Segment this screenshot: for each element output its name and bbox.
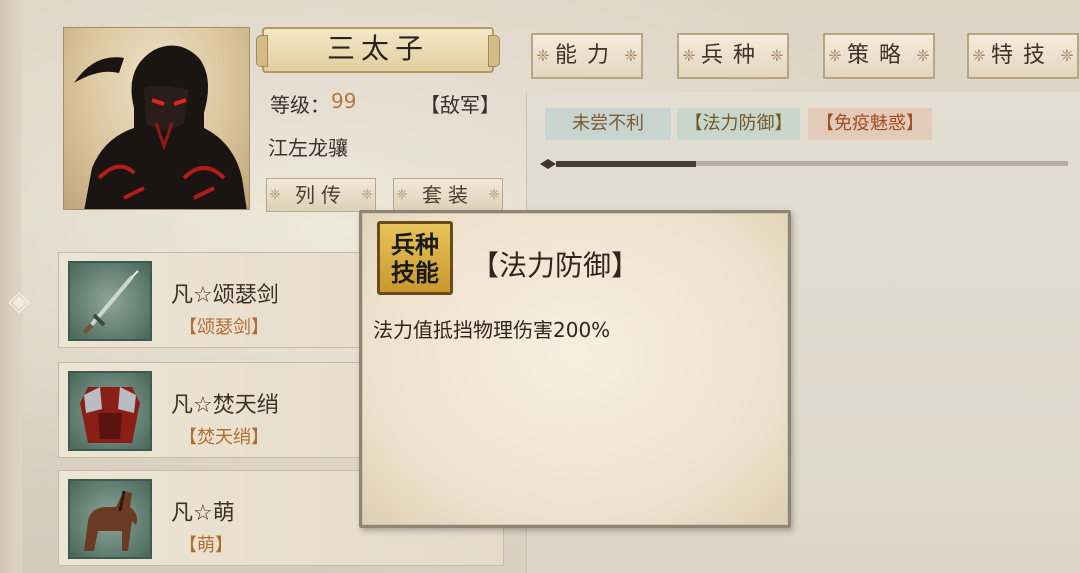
equipment-tag: 【焚天绡】 <box>179 427 269 448</box>
armor-icon <box>68 371 152 451</box>
biography-button[interactable]: ❈ 列传 ❈ <box>266 178 376 212</box>
tab-label: 特技 <box>990 43 1055 68</box>
level-value: 99 <box>331 89 357 113</box>
name-plate-cap-left <box>256 35 268 67</box>
equipment-set-button[interactable]: ❈ 套装 ❈ <box>393 178 503 212</box>
ornament-icon: ❈ <box>916 46 930 65</box>
badge-line-2: 技能 <box>391 259 439 287</box>
ornament-icon: ❈ <box>828 46 842 65</box>
troop-skill-badge-icon: 兵种 技能 <box>377 221 453 295</box>
equipment-name: 凡☆焚天绡 <box>171 393 279 418</box>
level-label: 等级： <box>270 93 330 117</box>
character-portrait <box>63 27 250 210</box>
character-name: 三太子 <box>326 32 429 65</box>
tooltip-title: 【法力防御】 <box>471 249 640 282</box>
ornament-icon: ❈ <box>488 187 500 203</box>
character-title: 江左龙骧 <box>268 136 348 160</box>
horse-icon <box>68 479 152 559</box>
tab-label: 策略 <box>846 43 911 68</box>
troop-skill-chip[interactable]: 【法力防御】 <box>677 108 800 140</box>
tab-strategy[interactable]: ❈ 策略 ❈ <box>823 33 935 79</box>
faction-label: 【敌军】 <box>420 93 500 117</box>
ornament-icon: ❈ <box>396 187 408 203</box>
badge-line-1: 兵种 <box>391 231 439 259</box>
back-arrow-icon[interactable]: ◈ <box>2 284 36 318</box>
ornament-icon: ❈ <box>624 46 638 65</box>
tab-label: 兵种 <box>700 43 765 68</box>
troop-skill-chip[interactable]: 未尝不利 <box>545 108 671 140</box>
tab-ability[interactable]: ❈ 能力 ❈ <box>531 33 643 79</box>
ornament-icon: ❈ <box>361 187 373 203</box>
ornament-icon: ❈ <box>682 46 696 65</box>
character-name-plate: 三太子 <box>256 27 500 73</box>
equipment-name: 凡☆萌 <box>171 501 235 526</box>
tab-special-skill[interactable]: ❈ 特技 ❈ <box>967 33 1079 79</box>
sword-icon <box>68 261 152 341</box>
name-plate-cap-right <box>488 35 500 67</box>
equipment-set-button-label: 套装 <box>422 183 474 207</box>
tab-label: 能力 <box>554 43 619 68</box>
tab-troop-type[interactable]: ❈ 兵种 ❈ <box>677 33 789 79</box>
tooltip-description: 法力值抵挡物理伤害200% <box>373 318 611 342</box>
ornament-icon: ❈ <box>972 46 986 65</box>
equipment-tag: 【颂瑟剑】 <box>179 317 269 338</box>
section-divider <box>540 159 1068 169</box>
ornament-icon: ❈ <box>770 46 784 65</box>
ornament-icon: ❈ <box>1060 46 1074 65</box>
troop-skill-chip[interactable]: 【免疫魅惑】 <box>808 108 932 140</box>
equipment-tag: 【萌】 <box>179 535 233 556</box>
biography-button-label: 列传 <box>295 183 347 207</box>
equipment-name: 凡☆颂瑟剑 <box>171 283 279 308</box>
ornament-icon: ❈ <box>269 187 281 203</box>
ornament-icon: ❈ <box>536 46 550 65</box>
